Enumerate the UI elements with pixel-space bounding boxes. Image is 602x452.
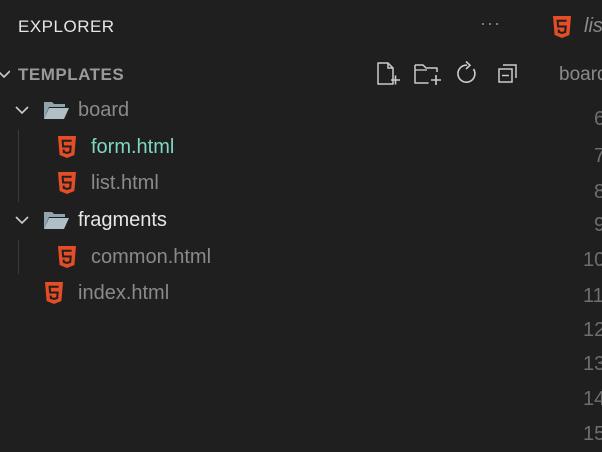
chevron-down-icon bbox=[0, 70, 10, 79]
line-number: 13 bbox=[583, 353, 602, 375]
tree-item-label: fragments bbox=[78, 209, 167, 231]
tree-item-label: form.html bbox=[91, 136, 175, 158]
tree-item-label: common.html bbox=[91, 246, 212, 268]
section-label: TEMPLATES bbox=[18, 65, 125, 84]
line-number: 15 bbox=[583, 423, 602, 445]
line-number: 11 bbox=[583, 285, 602, 307]
tree-item-common-html[interactable]: common.html bbox=[0, 241, 540, 275]
tree-item-index-html[interactable]: index.html bbox=[0, 277, 540, 311]
folder-open-icon bbox=[44, 102, 69, 119]
html5-icon bbox=[58, 246, 76, 268]
line-number: 6 bbox=[594, 108, 602, 130]
html5-icon bbox=[553, 16, 571, 38]
folder-open-icon bbox=[44, 212, 69, 229]
tree-item-fragments[interactable]: fragments bbox=[0, 204, 540, 238]
line-number: 14 bbox=[583, 388, 602, 410]
explorer-title: EXPLORER bbox=[18, 17, 115, 36]
new-folder-icon[interactable] bbox=[413, 60, 443, 88]
editor-area: list.html board 6 7 8 9 10 11 12 13 14 1… bbox=[540, 0, 602, 452]
tree-item-label: board bbox=[78, 99, 130, 121]
html5-icon bbox=[58, 136, 76, 158]
breadcrumb[interactable]: board bbox=[559, 64, 602, 86]
tree-item-list-html[interactable]: list.html bbox=[0, 167, 540, 201]
collapse-all-icon[interactable] bbox=[495, 60, 521, 88]
more-actions-icon[interactable]: ··· bbox=[480, 13, 501, 34]
tree-item-form-html[interactable]: form.html bbox=[0, 131, 540, 165]
tree-item-board[interactable]: board bbox=[0, 94, 540, 128]
line-number: 12 bbox=[583, 319, 602, 341]
line-number: 8 bbox=[594, 181, 602, 203]
chevron-down-icon bbox=[15, 106, 29, 115]
chevron-down-icon bbox=[15, 216, 29, 225]
tree-item-label: index.html bbox=[78, 282, 170, 304]
explorer-sidebar: EXPLORER ··· TEMPLATES board form.html l… bbox=[0, 0, 540, 452]
tree-item-label: list.html bbox=[91, 172, 159, 194]
line-number: 10 bbox=[583, 249, 602, 271]
line-number: 9 bbox=[594, 214, 602, 236]
refresh-icon[interactable] bbox=[454, 60, 480, 88]
line-number: 7 bbox=[594, 145, 602, 167]
html5-icon bbox=[58, 172, 76, 194]
tab-label: list.html bbox=[584, 15, 602, 37]
html5-icon bbox=[45, 282, 63, 304]
new-file-icon[interactable] bbox=[375, 60, 401, 88]
